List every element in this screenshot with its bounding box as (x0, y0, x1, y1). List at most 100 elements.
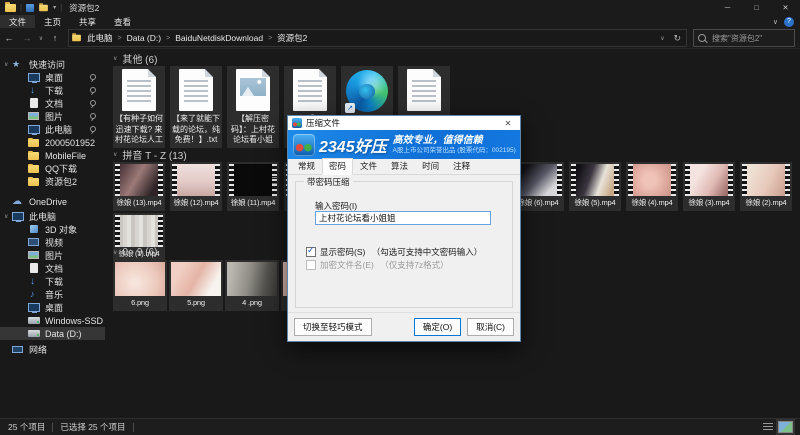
mp4-thumbnail (685, 164, 733, 196)
pin-icon (88, 73, 97, 82)
sidebar-item-6[interactable]: 2000501952 (0, 136, 105, 149)
maximize-button[interactable]: □ (742, 0, 771, 15)
file-tile[interactable]: 徐娘 (13).mp4 (113, 162, 165, 211)
haozip-logo-text: 2345好压 (319, 133, 387, 157)
details-view-icon[interactable] (763, 423, 773, 432)
sidebar-item-19[interactable]: Windows-SSD (C:) (0, 314, 105, 327)
large-icons-view-icon[interactable] (779, 422, 792, 432)
menu-tab-2[interactable]: 共享 (70, 15, 105, 28)
pin-icon (88, 112, 97, 121)
sidebar-item-13[interactable]: 视频 (0, 236, 105, 249)
search-box[interactable] (693, 29, 795, 47)
sidebar-item-7[interactable]: MobileFile (0, 149, 105, 162)
dialog-tab-5[interactable]: 注释 (446, 158, 477, 175)
ok-button[interactable]: 确定(O) (414, 318, 461, 336)
file-tile[interactable]: 【解压密码】：上村花论坛看小姐姐.jpg (227, 66, 279, 148)
cancel-button[interactable]: 取消(C) (467, 318, 514, 336)
file-tile[interactable]: 徐娘 (4).mp4 (626, 162, 678, 211)
mp4-thumbnail (229, 164, 277, 196)
forward-icon[interactable]: → (18, 33, 36, 43)
menu-tab-3[interactable]: 查看 (105, 15, 140, 28)
address-box[interactable]: 此电脑>Data (D:)>BaiduNetdiskDownload>资源包2 … (68, 29, 687, 47)
qat-dropdown-icon[interactable]: ▾ (53, 4, 56, 11)
sidebar-item-21[interactable]: 网络 (0, 343, 105, 356)
qat-properties-icon[interactable] (26, 4, 34, 12)
image-thumbnail (240, 78, 266, 96)
sidebar-item-label: 此电脑 (29, 210, 56, 223)
banner-slogan: 高效专业，值得信赖 (393, 135, 515, 147)
dialog-checkbox-0[interactable]: 显示密码(S) （勾选可支持中文密码输入） (306, 246, 482, 258)
sidebar-item-8[interactable]: QQ下载 (0, 162, 105, 175)
status-separator (52, 423, 53, 432)
dialog-checkbox-1[interactable]: 加密文件名(E) （仅支持7z格式） (306, 259, 449, 271)
txt-file-icon (293, 69, 327, 111)
sidebar-item-4[interactable]: 图片 (0, 110, 105, 123)
desktop-icon (28, 72, 41, 83)
sidebar-item-10[interactable]: OneDrive (0, 195, 105, 208)
sidebar-item-20[interactable]: Data (D:) (0, 327, 105, 340)
sidebar-item-2[interactable]: 下载 (0, 84, 105, 97)
qat-separator: | (60, 3, 62, 12)
menu-tab-1[interactable]: 主页 (35, 15, 70, 28)
refresh-icon[interactable]: ↻ (673, 33, 681, 44)
file-tile[interactable]: 【有种子如何迅速下载? 来村花论坛人工加速】.txt (113, 66, 165, 148)
breadcrumb-item[interactable]: 资源包2 (272, 32, 312, 44)
dialog-close-icon[interactable]: ✕ (500, 119, 516, 128)
dialog-tab-3[interactable]: 算法 (384, 158, 415, 175)
checkbox-label: 加密文件名(E) (320, 259, 374, 271)
breadcrumb-item[interactable]: Data (D:) (122, 33, 166, 43)
password-input[interactable] (315, 211, 491, 225)
sidebar-item-3[interactable]: 文档 (0, 97, 105, 110)
sidebar-item-0[interactable]: ∨快速访问 (0, 58, 105, 71)
sidebar-item-16[interactable]: 下载 (0, 275, 105, 288)
qat-new-folder-icon[interactable] (39, 4, 48, 10)
up-icon[interactable]: ↑ (46, 33, 64, 43)
file-tile[interactable]: 【来了就能下载的论坛，纯免费！】.txt (170, 66, 222, 148)
file-tile[interactable]: 徐娘 (5).mp4 (569, 162, 621, 211)
group-header[interactable]: ∨其他 (6) (113, 52, 450, 64)
breadcrumb-item[interactable]: 此电脑 (82, 32, 118, 44)
sidebar-item-12[interactable]: 3D 对象 (0, 223, 105, 236)
sidebar-item-label: 3D 对象 (45, 223, 77, 236)
history-dropdown-icon[interactable]: ∨ (36, 35, 46, 42)
lite-mode-button[interactable]: 切换至轻巧模式 (294, 318, 372, 336)
sidebar-item-18[interactable]: 桌面 (0, 301, 105, 314)
sidebar-item-9[interactable]: 资源包2 (0, 175, 105, 188)
file-name: 【解压密码】：上村花论坛看小姐姐.jpg (229, 114, 277, 146)
file-tile[interactable]: 徐娘 (3).mp4 (683, 162, 735, 211)
back-icon[interactable]: ← (0, 33, 18, 43)
mp4-thumbnail (172, 164, 220, 196)
sidebar-item-17[interactable]: 音乐 (0, 288, 105, 301)
sidebar-item-1[interactable]: 桌面 (0, 71, 105, 84)
search-input[interactable] (710, 33, 790, 44)
menu-tab-0[interactable]: 文件 (0, 15, 35, 28)
dialog-tab-4[interactable]: 时间 (415, 158, 446, 175)
file-tile[interactable]: 徐娘 (11).mp4 (227, 162, 279, 211)
dialog-tab-0[interactable]: 常规 (291, 158, 322, 175)
expand-chevron-icon: ∨ (4, 213, 12, 220)
file-tile[interactable]: 6.png (113, 260, 167, 311)
sidebar-item-label: 文档 (45, 262, 63, 275)
help-icon[interactable]: ? (784, 17, 794, 27)
sidebar-item-11[interactable]: ∨ 此电脑 (0, 210, 105, 223)
file-tile[interactable]: 5.png (169, 260, 223, 311)
close-button[interactable]: ✕ (771, 0, 800, 15)
dialog-title: 压缩文件 (306, 117, 340, 129)
sidebar-item-label: OneDrive (29, 197, 67, 207)
file-tile[interactable]: 徐娘 (2).mp4 (740, 162, 792, 211)
dialog-tab-1[interactable]: 密码 (322, 158, 353, 175)
sidebar-item-label: 视频 (45, 236, 63, 249)
ribbon-collapse-icon[interactable]: ∨ (773, 18, 778, 26)
minimize-button[interactable]: ─ (713, 0, 742, 15)
folder-icon (28, 137, 41, 148)
file-tile[interactable]: 4 .png (225, 260, 279, 311)
sidebar-item-14[interactable]: 图片 (0, 249, 105, 262)
sidebar-item-label: 桌面 (45, 301, 63, 314)
address-dropdown-icon[interactable]: ∨ (657, 35, 667, 42)
file-tile[interactable]: 徐娘 (12).mp4 (170, 162, 222, 211)
sidebar-item-5[interactable]: 此电脑 (0, 123, 105, 136)
breadcrumb-item[interactable]: BaiduNetdiskDownload (170, 33, 268, 43)
dialog-tab-2[interactable]: 文件 (353, 158, 384, 175)
sidebar-item-15[interactable]: 文档 (0, 262, 105, 275)
ribbon-menubar: 文件主页共享查看 ∨ ? (0, 15, 800, 28)
